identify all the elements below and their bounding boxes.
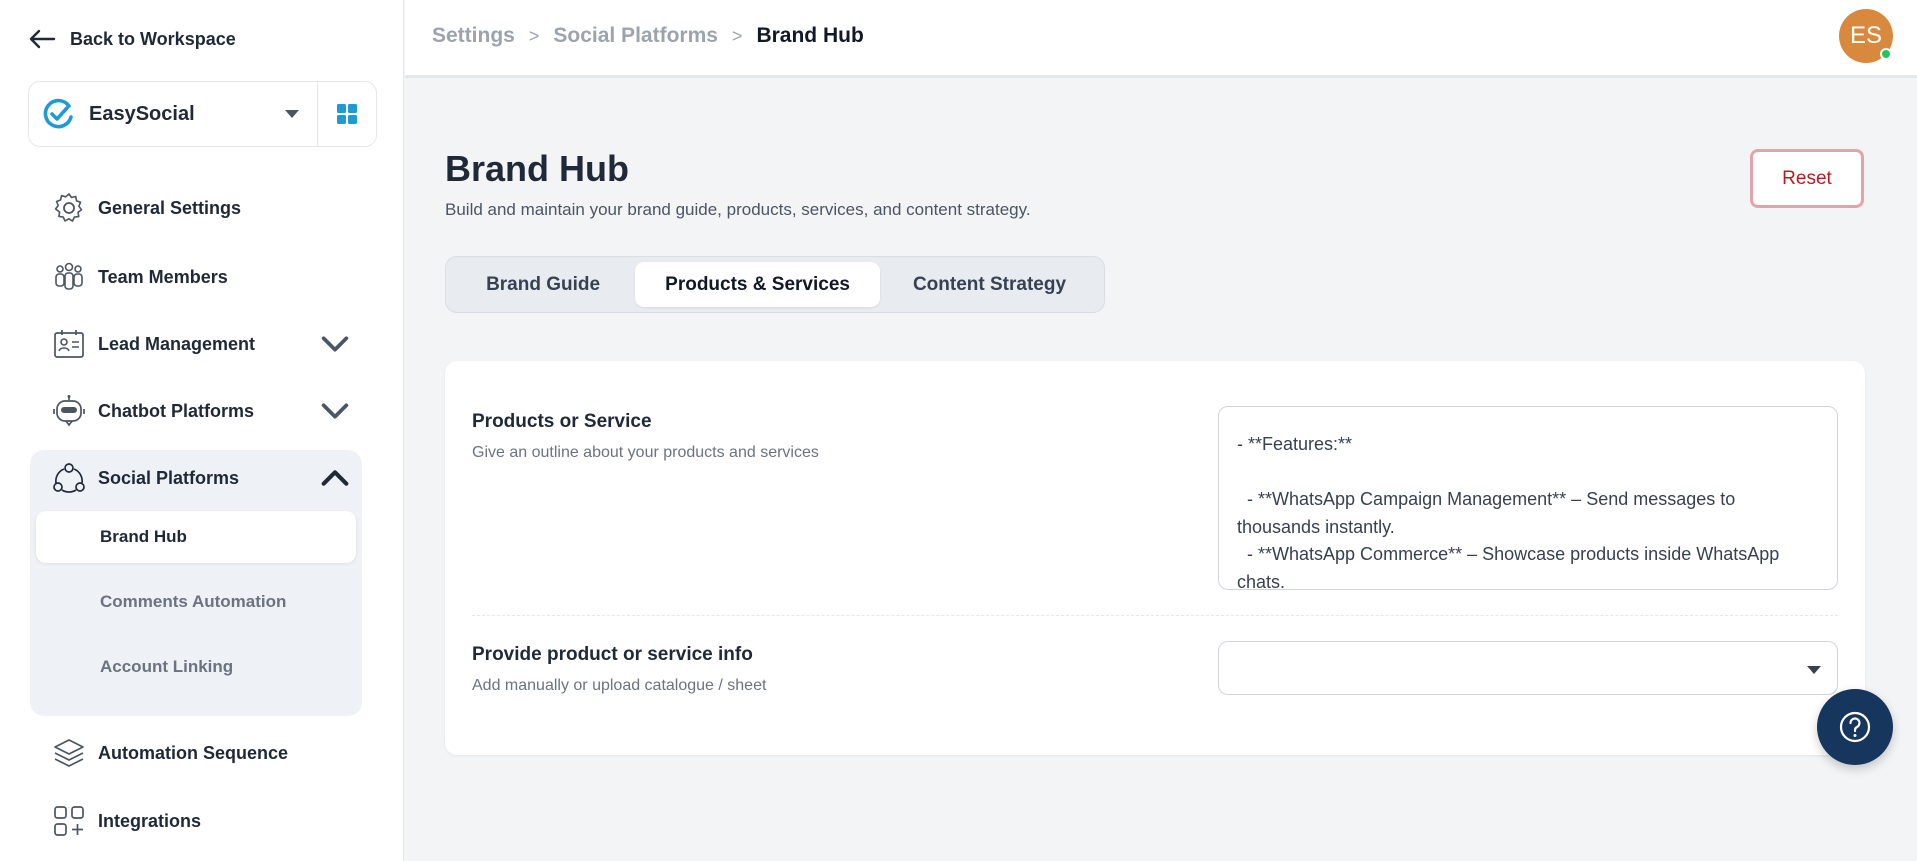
sub-item-label: Comments Automation — [100, 592, 287, 611]
back-to-workspace-link[interactable]: Back to Workspace — [28, 28, 236, 50]
nav-team-members[interactable]: Team Members — [52, 260, 352, 294]
products-field-help: Give an outline about your products and … — [472, 444, 819, 461]
integrations-icon — [54, 806, 84, 836]
gear-icon — [54, 193, 83, 222]
question-icon — [1839, 711, 1871, 743]
chatbot-icon — [53, 395, 85, 427]
sub-item-label: Brand Hub — [100, 527, 187, 546]
grid-icon — [337, 104, 357, 124]
tab-content-strategy[interactable]: Content Strategy — [880, 262, 1099, 307]
brand-hub-tabs: Brand Guide Products & Services Content … — [445, 256, 1105, 313]
team-icon — [55, 262, 83, 290]
arrow-left-icon — [29, 29, 56, 49]
breadcrumb-separator: > — [731, 25, 743, 46]
reset-button[interactable]: Reset — [1750, 149, 1864, 208]
nav-automation-sequence[interactable]: Automation Sequence — [52, 736, 352, 770]
nav-label: Team Members — [98, 266, 228, 287]
avatar-initials: ES — [1849, 22, 1882, 49]
chevron-up-icon — [321, 470, 349, 486]
top-bar: Settings > Social Platforms > Brand Hub … — [405, 0, 1917, 78]
nav-label: Automation Sequence — [98, 742, 289, 763]
breadcrumb: Settings > Social Platforms > Brand Hub — [432, 24, 864, 48]
nav-chatbot-platforms[interactable]: Chatbot Platforms — [52, 394, 352, 428]
chevron-down-icon — [321, 336, 349, 352]
apps-grid-button[interactable] — [318, 82, 376, 146]
workspace-switcher: EasySocial — [28, 81, 377, 147]
breadcrumb-separator: > — [528, 25, 540, 46]
nav-label: Lead Management — [98, 333, 256, 354]
workspace-dropdown[interactable]: EasySocial — [29, 82, 318, 146]
nav-label: Chatbot Platforms — [98, 400, 255, 421]
back-label: Back to Workspace — [70, 28, 236, 49]
info-field-label: Provide product or service info — [472, 644, 753, 665]
help-button[interactable] — [1817, 689, 1893, 765]
products-field-label: Products or Service — [472, 411, 652, 432]
caret-down-icon — [1807, 666, 1821, 674]
online-status-dot — [1880, 48, 1892, 60]
breadcrumb-settings[interactable]: Settings — [432, 24, 515, 48]
sidebar: Back to Workspace EasySocial General Set… — [0, 0, 404, 861]
avatar[interactable]: ES — [1839, 9, 1893, 63]
page-subtitle: Build and maintain your brand guide, pro… — [445, 200, 1031, 219]
breadcrumb-brand-hub: Brand Hub — [756, 24, 864, 47]
product-info-select[interactable] — [1218, 641, 1838, 695]
breadcrumb-social-platforms[interactable]: Social Platforms — [553, 24, 718, 48]
nav-social-platforms[interactable]: Social Platforms — [52, 461, 352, 495]
nav-integrations[interactable]: Integrations — [52, 804, 352, 838]
products-textarea[interactable]: - **Features:** - **WhatsApp Campaign Ma… — [1218, 406, 1838, 590]
easysocial-logo-icon — [43, 98, 73, 129]
nav-lead-management[interactable]: Lead Management — [52, 327, 352, 361]
sub-item-comments-automation[interactable]: Comments Automation — [36, 576, 356, 628]
nav-label: Integrations — [98, 810, 202, 831]
sub-item-account-linking[interactable]: Account Linking — [36, 641, 356, 693]
contact-card-icon — [54, 330, 84, 358]
workspace-name: EasySocial — [89, 102, 195, 125]
caret-down-icon — [285, 110, 299, 118]
divider — [472, 615, 1838, 616]
nav-label: General Settings — [98, 197, 242, 218]
nav-label: Social Platforms — [98, 467, 240, 488]
products-card: Products or Service Give an outline abou… — [445, 361, 1865, 755]
social-network-icon — [53, 463, 85, 493]
tab-brand-guide[interactable]: Brand Guide — [451, 262, 635, 307]
nav-general-settings[interactable]: General Settings — [52, 191, 352, 225]
chevron-down-icon — [321, 403, 349, 419]
tab-products-services[interactable]: Products & Services — [635, 262, 880, 307]
info-field-help: Add manually or upload catalogue / sheet — [472, 677, 767, 694]
sub-item-label: Account Linking — [100, 657, 234, 676]
layers-icon — [54, 739, 84, 767]
page-title: Brand Hub — [445, 148, 629, 189]
sub-item-brand-hub[interactable]: Brand Hub — [36, 511, 356, 563]
